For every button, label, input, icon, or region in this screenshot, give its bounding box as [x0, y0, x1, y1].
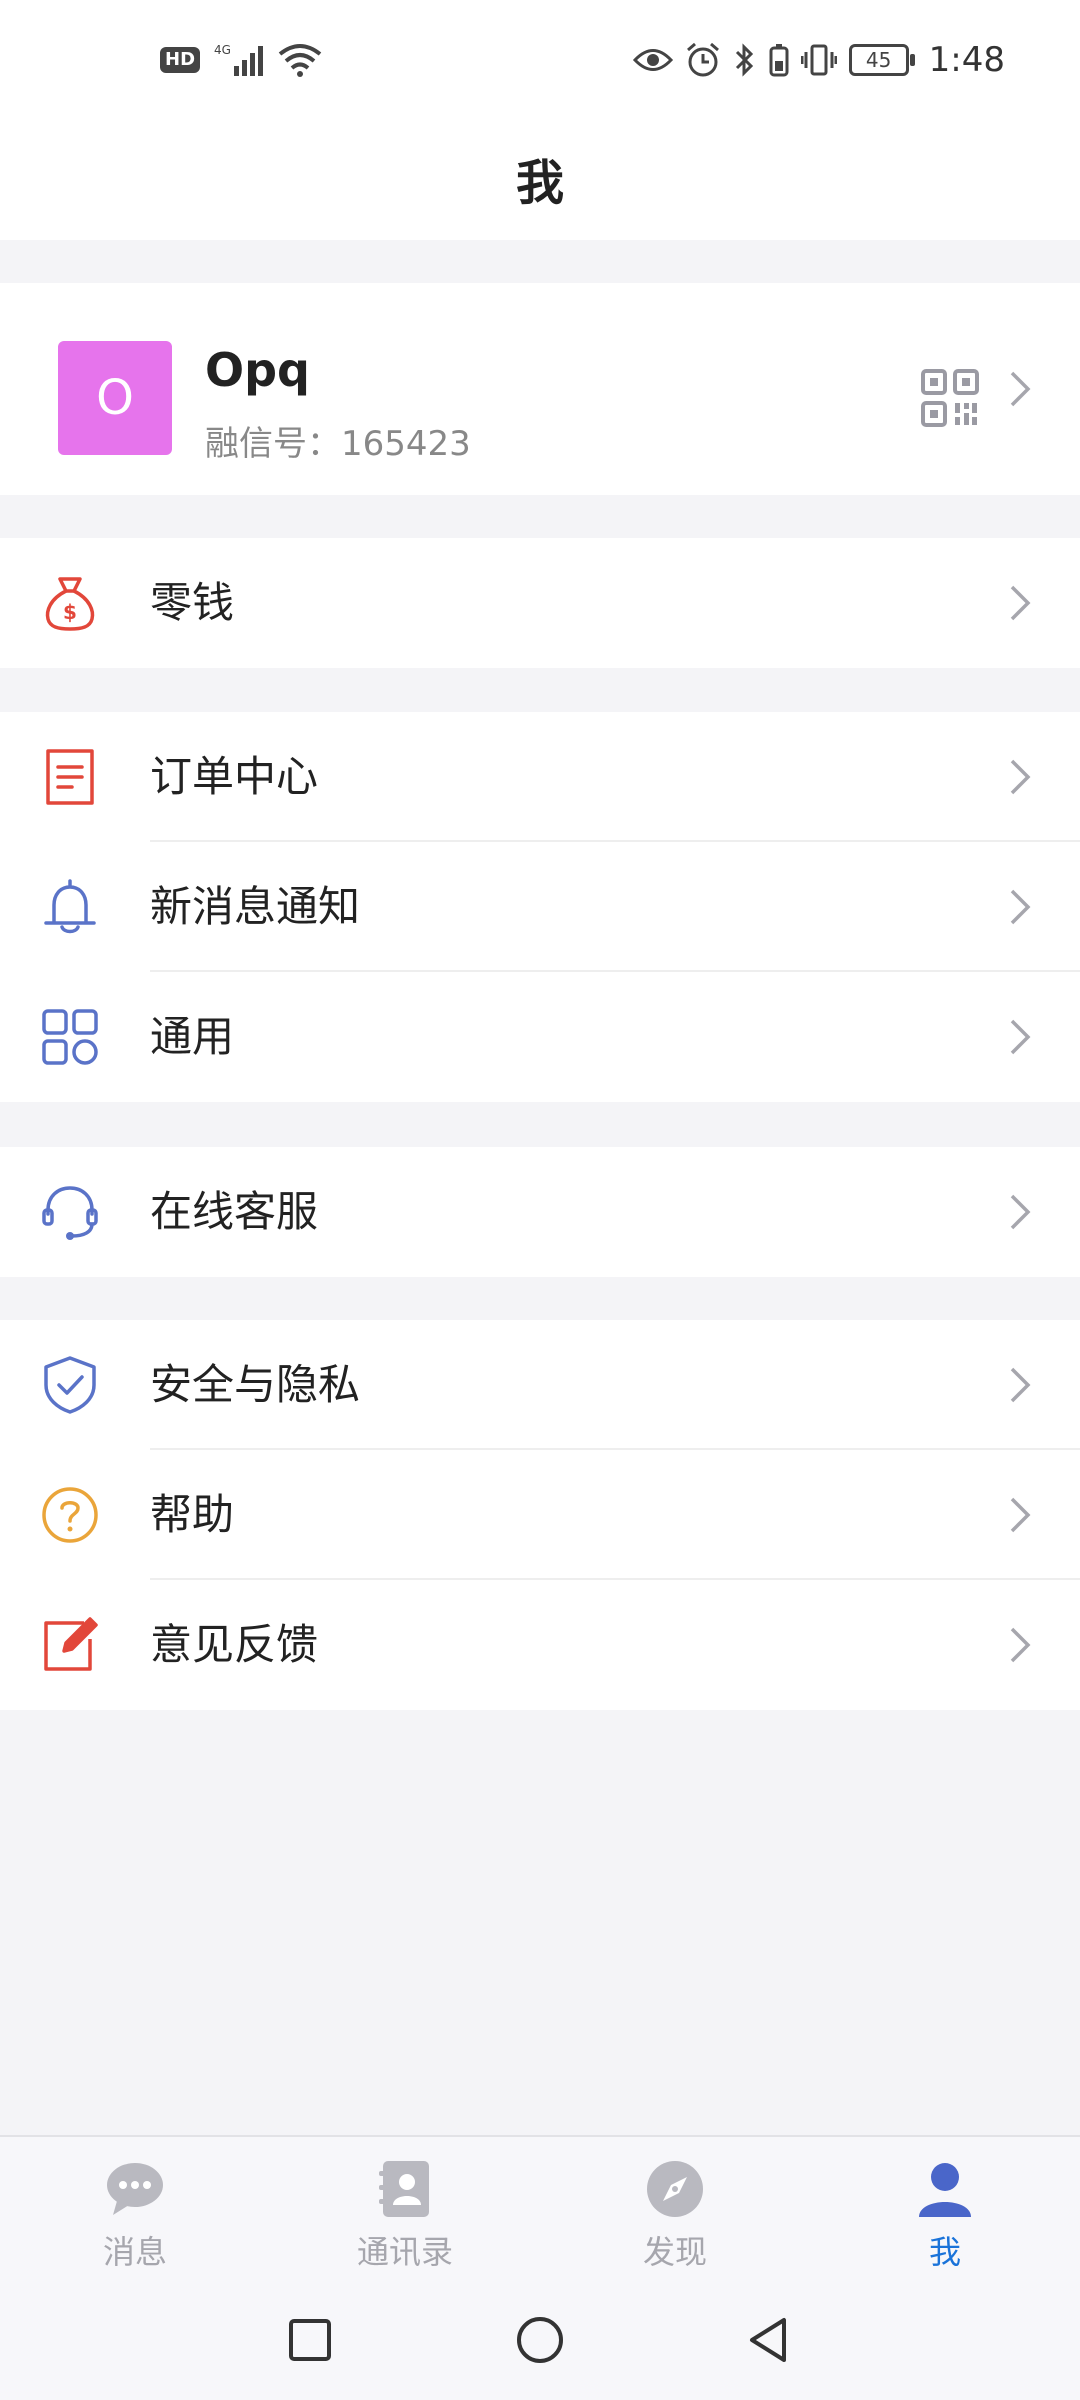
chevron-right-icon: [1010, 1497, 1031, 1533]
vibrate-icon: [800, 44, 837, 76]
menu-label-orders: 订单中心: [150, 752, 319, 801]
avatar-letter: O: [96, 370, 134, 426]
menu-label-notifications: 新消息通知: [150, 882, 361, 931]
money-bag-icon: $: [45, 577, 95, 631]
system-nav-bar: [0, 2290, 1080, 2400]
status-bar: HD 4G 45 1:48: [0, 0, 1080, 135]
nav-label-me: 我: [928, 2233, 961, 2271]
chevron-right-icon: [1010, 1194, 1031, 1230]
order-list-icon: [46, 749, 94, 805]
status-right: 45 1:48: [632, 40, 1005, 80]
wallet-section: $ 零钱: [0, 538, 1080, 668]
headset-icon: [42, 1186, 98, 1240]
menu-item-feedback[interactable]: 意见反馈: [0, 1580, 1080, 1710]
chat-bubble-icon: [107, 2163, 163, 2215]
network-type: 4G: [214, 43, 231, 57]
bell-icon: [44, 879, 96, 934]
title-bar: 我: [0, 135, 1080, 240]
chevron-right-icon: [1010, 371, 1031, 407]
compass-icon: [647, 2161, 703, 2217]
menu-label-support: 在线客服: [150, 1187, 319, 1236]
profile-card[interactable]: O Opq 融信号：165423: [0, 283, 1080, 495]
chevron-right-icon: [1010, 1367, 1031, 1403]
chevron-right-icon: [1010, 585, 1031, 621]
alarm-icon: [686, 42, 719, 77]
grid-icon: [42, 1009, 98, 1065]
menu-item-security[interactable]: 安全与隐私: [0, 1320, 1080, 1450]
support-section: 在线客服: [0, 1147, 1080, 1277]
menu-item-notifications[interactable]: 新消息通知: [0, 842, 1080, 972]
menu-item-support[interactable]: 在线客服: [0, 1147, 1080, 1277]
chevron-right-icon: [1010, 1019, 1031, 1055]
qr-code-icon[interactable]: [920, 368, 980, 428]
menu-label-security: 安全与隐私: [150, 1360, 361, 1409]
hd-badge: HD: [160, 47, 201, 73]
contacts-book-icon: [379, 2161, 429, 2217]
nav-contacts[interactable]: 通讯录: [305, 2157, 505, 2273]
back-button[interactable]: [740, 2310, 800, 2370]
edit-note-icon: [44, 1617, 98, 1671]
wifi-icon: [278, 44, 322, 77]
eye-icon: [632, 49, 673, 71]
menu-item-help[interactable]: 帮助: [0, 1450, 1080, 1580]
user-icon: [919, 2163, 971, 2217]
nav-discover[interactable]: 发现: [575, 2157, 775, 2273]
status-time: 1:48: [928, 40, 1005, 80]
settings-section: 订单中心 新消息通知 通用: [0, 712, 1080, 1102]
question-circle-icon: [42, 1487, 98, 1543]
menu-label-feedback: 意见反馈: [150, 1620, 319, 1669]
shield-check-icon: [44, 1356, 96, 1414]
avatar[interactable]: O: [58, 341, 172, 455]
bottom-nav: 消息 通讯录 发现 我: [0, 2135, 1080, 2292]
chevron-right-icon: [1010, 759, 1031, 795]
chevron-right-icon: [1010, 889, 1031, 925]
chevron-right-icon: [1010, 1627, 1031, 1663]
svg-text:$: $: [63, 600, 77, 624]
menu-item-general[interactable]: 通用: [0, 972, 1080, 1102]
page-title: 我: [515, 155, 564, 211]
status-left: HD 4G: [160, 42, 322, 78]
battery-indicator: 45: [848, 44, 915, 76]
home-button[interactable]: [510, 2310, 570, 2370]
menu-item-orders[interactable]: 订单中心: [0, 712, 1080, 842]
profile-id: 融信号：165423: [205, 424, 471, 464]
profile-name: Opq: [205, 343, 310, 397]
menu-item-wallet[interactable]: $ 零钱: [0, 538, 1080, 668]
menu-label-general: 通用: [150, 1012, 235, 1061]
nav-me[interactable]: 我: [845, 2157, 1045, 2273]
menu-label-wallet: 零钱: [150, 578, 235, 627]
signal-icon: 4G: [214, 43, 264, 76]
menu-label-help: 帮助: [150, 1490, 235, 1539]
nav-label-contacts: 通讯录: [356, 2233, 453, 2271]
nav-label-messages: 消息: [102, 2233, 167, 2271]
recent-apps-button[interactable]: [280, 2310, 340, 2370]
nav-messages[interactable]: 消息: [35, 2157, 235, 2273]
battery-saver-icon: [769, 44, 789, 77]
nav-label-discover: 发现: [642, 2233, 707, 2271]
about-section: 安全与隐私 帮助 意见反馈: [0, 1320, 1080, 1710]
bluetooth-icon: [735, 43, 753, 77]
